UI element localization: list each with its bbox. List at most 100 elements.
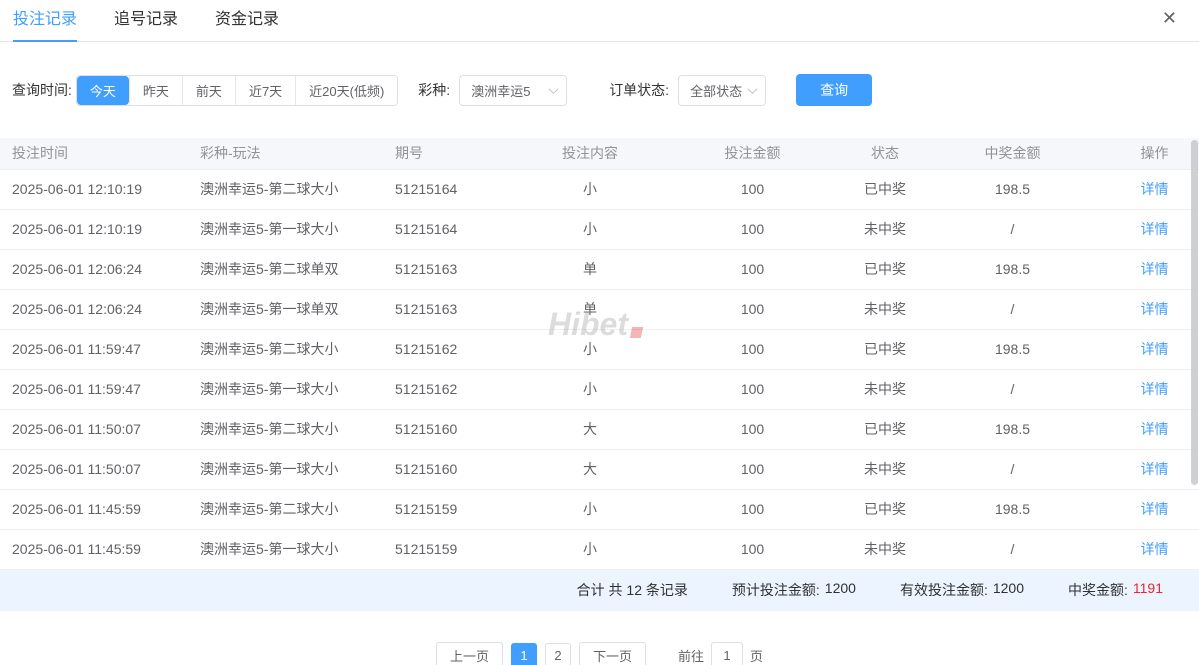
tab-bet-records[interactable]: 投注记录 xyxy=(13,0,78,42)
bet-content-cell: 小 xyxy=(530,369,650,410)
page-number-2[interactable]: 2 xyxy=(544,642,571,665)
table-row: 2025-06-01 12:10:19 澳洲幸运5-第二球大小 51215164 小 1… xyxy=(0,169,1199,210)
chevron-down-icon xyxy=(747,83,758,94)
status-cell: 已中奖 xyxy=(855,489,915,530)
win-amount-cell: 198.5 xyxy=(915,409,1110,450)
bet-content-cell: 小 xyxy=(530,329,650,370)
time-filter-group: 今天 昨天 前天 近7天 近20天(低频) xyxy=(75,74,399,106)
table-header-row: 投注时间 彩种-玩法 期号 投注内容 投注金额 状态 中奖金额 操作 xyxy=(0,138,1199,170)
tab-fund-records[interactable]: 资金记录 xyxy=(215,0,279,42)
game-play-cell: 澳洲幸运5-第二球大小 xyxy=(190,329,385,370)
bet-content-cell: 单 xyxy=(530,249,650,290)
issue-cell: 51215162 xyxy=(385,329,530,370)
lottery-select[interactable]: 澳洲幸运5 xyxy=(459,74,568,106)
page-numbers: 12 xyxy=(510,642,571,665)
column-header-5: 状态 xyxy=(855,138,915,170)
goto-page: 前往 页 xyxy=(678,642,763,665)
detail-link[interactable]: 详情 xyxy=(1141,221,1169,237)
table-row: 2025-06-01 11:50:07 澳洲幸运5-第一球大小 51215160 大 1… xyxy=(0,449,1199,490)
prev-page-button[interactable]: 上一页 xyxy=(435,641,503,665)
bet-time-cell: 2025-06-01 12:06:24 xyxy=(0,289,190,330)
bet-amount-cell: 100 xyxy=(650,329,855,370)
action-cell: 详情 xyxy=(1110,249,1199,290)
close-icon[interactable]: ✕ xyxy=(1162,9,1177,27)
bet-time-cell: 2025-06-01 11:45:59 xyxy=(0,529,190,570)
bet-amount-cell: 100 xyxy=(650,209,855,250)
action-cell: 详情 xyxy=(1110,489,1199,530)
tab-bar: 投注记录 追号记录 资金记录 ✕ xyxy=(0,0,1199,42)
game-play-cell: 澳洲幸运5-第一球大小 xyxy=(190,529,385,570)
issue-cell: 51215159 xyxy=(385,529,530,570)
time-filter-yesterday[interactable]: 昨天 xyxy=(128,75,182,105)
goto-label: 前往 xyxy=(678,649,705,664)
column-header-2: 期号 xyxy=(385,138,530,170)
action-cell: 详情 xyxy=(1110,369,1199,410)
table-body: 2025-06-01 12:10:19 澳洲幸运5-第二球大小 51215164 小 1… xyxy=(0,169,1199,570)
summary-expected-label: 预计投注金额: xyxy=(731,582,820,598)
bet-amount-cell: 100 xyxy=(650,449,855,490)
time-filter-today[interactable]: 今天 xyxy=(76,75,129,105)
issue-cell: 51215164 xyxy=(385,169,530,210)
win-amount-cell: / xyxy=(915,369,1110,410)
game-play-cell: 澳洲幸运5-第一球大小 xyxy=(190,449,385,490)
issue-cell: 51215163 xyxy=(385,289,530,330)
detail-link[interactable]: 详情 xyxy=(1141,261,1169,277)
summary-total: 合计 共 12 条记录 xyxy=(576,582,688,598)
page-number-1[interactable]: 1 xyxy=(510,642,537,665)
issue-cell: 51215163 xyxy=(385,249,530,290)
action-cell: 详情 xyxy=(1110,329,1199,370)
summary-win-value: 1191 xyxy=(1132,580,1163,596)
game-play-cell: 澳洲幸运5-第一球大小 xyxy=(190,369,385,410)
summary-valid-value: 1200 xyxy=(992,580,1024,596)
action-cell: 详情 xyxy=(1110,449,1199,490)
action-cell: 详情 xyxy=(1110,409,1199,450)
bet-amount-cell: 100 xyxy=(650,289,855,330)
detail-link[interactable]: 详情 xyxy=(1141,501,1169,517)
detail-link[interactable]: 详情 xyxy=(1141,461,1169,477)
issue-cell: 51215162 xyxy=(385,369,530,410)
query-button[interactable]: 查询 xyxy=(796,74,873,106)
bet-time-cell: 2025-06-01 12:10:19 xyxy=(0,169,190,210)
next-page-button[interactable]: 下一页 xyxy=(578,641,646,665)
time-filter-day-before[interactable]: 前天 xyxy=(181,75,235,105)
summary-bar: 合计 共 12 条记录 预计投注金额: 1200 有效投注金额: 1200 中奖… xyxy=(0,569,1199,611)
time-filter-20days[interactable]: 近20天(低频) xyxy=(295,75,398,105)
detail-link[interactable]: 详情 xyxy=(1141,301,1169,317)
column-header-4: 投注金额 xyxy=(650,138,855,170)
bet-content-cell: 大 xyxy=(530,449,650,490)
status-cell: 已中奖 xyxy=(855,329,915,370)
game-play-cell: 澳洲幸运5-第二球大小 xyxy=(190,489,385,530)
detail-link[interactable]: 详情 xyxy=(1141,541,1169,557)
bet-content-cell: 小 xyxy=(530,489,650,530)
status-cell: 已中奖 xyxy=(855,249,915,290)
status-cell: 未中奖 xyxy=(855,289,915,330)
scrollbar[interactable] xyxy=(1191,140,1198,485)
order-status-select[interactable]: 全部状态 xyxy=(678,74,767,106)
bet-time-cell: 2025-06-01 11:50:07 xyxy=(0,449,190,490)
detail-link[interactable]: 详情 xyxy=(1141,421,1169,437)
bet-amount-cell: 100 xyxy=(650,529,855,570)
bet-content-cell: 小 xyxy=(530,209,650,250)
detail-link[interactable]: 详情 xyxy=(1141,341,1169,357)
column-header-1: 彩种-玩法 xyxy=(190,138,385,170)
bet-content-cell: 小 xyxy=(530,529,650,570)
time-filter-7days[interactable]: 近7天 xyxy=(234,75,296,105)
status-cell: 已中奖 xyxy=(855,169,915,210)
table-row: 2025-06-01 12:10:19 澳洲幸运5-第一球大小 51215164 小 1… xyxy=(0,209,1199,250)
status-cell: 未中奖 xyxy=(855,369,915,410)
issue-cell: 51215160 xyxy=(385,409,530,450)
detail-link[interactable]: 详情 xyxy=(1141,181,1169,197)
summary-valid-label: 有效投注金额: xyxy=(899,582,988,598)
records-table: 投注时间 彩种-玩法 期号 投注内容 投注金额 状态 中奖金额 操作 2025-06-01 1… xyxy=(0,138,1199,570)
detail-link[interactable]: 详情 xyxy=(1141,381,1169,397)
tab-chase-records[interactable]: 追号记录 xyxy=(114,0,178,42)
column-header-6: 中奖金额 xyxy=(915,138,1110,170)
win-amount-cell: / xyxy=(915,209,1110,250)
order-status-select-value: 全部状态 xyxy=(690,83,743,99)
win-amount-cell: 198.5 xyxy=(915,489,1110,530)
column-header-3: 投注内容 xyxy=(530,138,650,170)
bet-amount-cell: 100 xyxy=(650,249,855,290)
bet-amount-cell: 100 xyxy=(650,409,855,450)
game-play-cell: 澳洲幸运5-第一球单双 xyxy=(190,289,385,330)
goto-page-input[interactable] xyxy=(711,642,744,665)
